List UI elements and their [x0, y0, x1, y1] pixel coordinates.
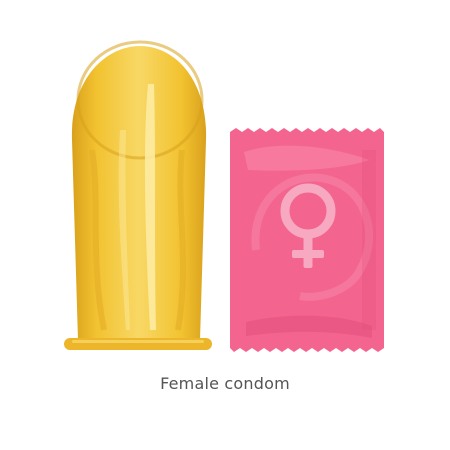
female-condom — [64, 40, 212, 350]
condom-body — [71, 46, 207, 340]
condom-outer-ring-shine — [72, 340, 204, 343]
caption-label: Female condom — [160, 374, 290, 393]
condom-packet — [230, 128, 384, 352]
illustration-canvas: Female condom — [0, 0, 450, 450]
condom-outer-ring — [64, 338, 212, 350]
packet-shadow-right — [362, 150, 376, 330]
